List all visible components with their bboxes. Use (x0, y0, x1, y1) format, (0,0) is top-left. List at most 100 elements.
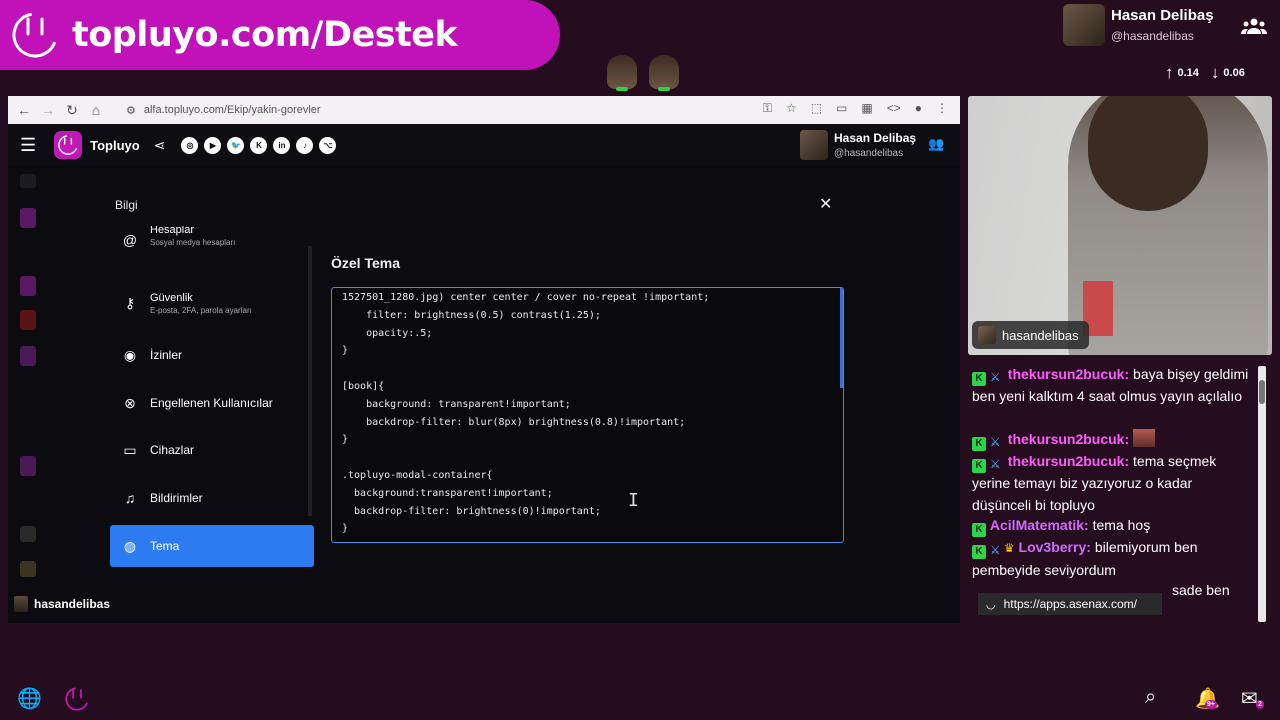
app-header: ☰ Topluyo ⋖ ◎ ▶ 🐦 K in ♪ ⌥ Hasan Delibaş… (8, 124, 960, 166)
chat-username[interactable]: Lov3berry (1019, 539, 1087, 555)
site-info-icon[interactable]: ⚙ (126, 104, 136, 117)
browser-actions: ⚿ ☆ ⬚ ▭ ▦ <> ● ⋮ (763, 101, 948, 116)
divider (308, 246, 312, 516)
streamer-profile: Hasan Delibaş @hasandelibas (1063, 4, 1278, 48)
sidebar-item-security[interactable]: ⚷ Güvenlik E-posta, 2FA, parola ayarları (110, 282, 314, 324)
kick-badge-icon: K (972, 523, 986, 537)
avatar (14, 596, 28, 612)
app-user-handle: @hasandelibas (834, 148, 904, 159)
chat-username[interactable]: thekursun2bucuk (1008, 366, 1125, 382)
bottom-user[interactable]: hasandelibas (14, 596, 110, 612)
bg-icon (20, 561, 36, 577)
chat-scrollbar[interactable] (1258, 366, 1266, 622)
sidebar-item-theme[interactable]: ◍ Tema (110, 525, 314, 567)
devices-icon: ▭ (123, 441, 137, 458)
topluyo-logo-icon[interactable] (64, 686, 90, 712)
sidebar-item-permissions[interactable]: ◉ İzinler (110, 334, 314, 376)
mail-badge: 2 (1256, 700, 1264, 709)
emote-icon (1133, 429, 1156, 447)
sword-badge-icon: ⚔ (989, 457, 1001, 471)
apps-icon[interactable]: ▦ (861, 101, 872, 116)
avatar (978, 326, 996, 344)
group-icon (1241, 18, 1267, 34)
chat-panel: K ⚔ thekursun2bucuk: baya bişey geldimi … (968, 362, 1272, 624)
devtools-icon[interactable]: <> (887, 101, 901, 116)
palette-icon: ◍ (123, 537, 137, 554)
chat-text: sade ben (1172, 582, 1230, 598)
chat-username[interactable]: AcilMatematik (990, 517, 1084, 533)
key-icon[interactable]: ⚿ (763, 101, 772, 116)
group-icon[interactable]: 👥 (928, 136, 944, 152)
webcam-name: hasandelibas (1002, 327, 1079, 343)
at-icon: @ (122, 232, 138, 248)
twitter-icon[interactable]: 🐦 (227, 136, 245, 154)
back-icon[interactable]: ← (12, 102, 36, 118)
close-icon[interactable]: ✕ (819, 194, 832, 214)
blocked-icon: ⊗ (124, 394, 136, 411)
kick-icon[interactable]: K (250, 136, 268, 154)
linkedin-icon[interactable]: in (273, 136, 291, 154)
notification-badge: 9+ (1205, 700, 1217, 709)
sidebar-item-devices[interactable]: ▭ Cihazlar (110, 429, 314, 471)
sword-badge-icon: ⚔ (989, 370, 1001, 384)
modal-title: Bilgi (115, 198, 138, 212)
taskbar: 🌐 ⌕ 🔔 9+ ✉ 2 (0, 680, 1280, 720)
sidebar-item-label: Tema (150, 539, 180, 553)
star-icon[interactable]: ☆ (786, 101, 797, 116)
extensions-icon[interactable]: ⬚ (811, 101, 822, 116)
github-icon[interactable]: ⌥ (319, 136, 337, 154)
sidebar-item-sub: Sosyal medya hesapları (150, 238, 236, 247)
link-preview[interactable]: ◡ https://apps.asenax.com/ (978, 593, 1162, 615)
avatar (607, 55, 637, 91)
network-rates: ↑ 0.14 ↓ 0.06 (1165, 62, 1280, 84)
reload-icon[interactable]: ↻ (60, 102, 84, 119)
kick-badge-icon: K (972, 459, 986, 473)
globe-icon[interactable]: 🌐 (17, 686, 42, 711)
sidebar-item-sub: E-posta, 2FA, parola ayarları (150, 305, 252, 315)
chat-message: K ⚔ thekursun2bucuk: baya bişey geldimi … (972, 366, 1249, 404)
app-user[interactable]: Hasan Delibaş @hasandelibas 👥 (800, 128, 950, 162)
search-icon[interactable]: ⌕ (1145, 686, 1156, 709)
bg-icon (20, 276, 36, 296)
profile-icon[interactable]: ● (915, 101, 922, 116)
app-logo[interactable] (54, 131, 83, 159)
chat-username[interactable]: thekursun2bucuk (1008, 431, 1125, 447)
code-text: 1527501_1280.jpg) center center / cover … (342, 292, 710, 535)
crown-badge-icon: ♛ (1003, 541, 1015, 555)
link-preview-url: https://apps.asenax.com/ (1003, 597, 1138, 611)
arrow-down-icon: ↓ (1210, 63, 1220, 82)
arrow-up-icon: ↑ (1165, 63, 1174, 82)
sidebar-item-label: Hesaplar (150, 226, 195, 236)
sidebar-item-accounts[interactable]: @ Hesaplar Sosyal medya hesapları (110, 226, 314, 252)
kick-badge-icon: K (972, 437, 986, 451)
sidebar-item-label: Engellenen Kullanıcılar (150, 396, 273, 410)
sidebar-item-notifications[interactable]: ♫ Bildirimler (110, 477, 314, 519)
upload-rate: 0.14 (1177, 67, 1199, 79)
avatar (1063, 4, 1105, 46)
tiktok-icon[interactable]: ♪ (296, 136, 314, 154)
app-brand: Topluyo (90, 137, 140, 153)
youtube-icon[interactable]: ▶ (204, 136, 222, 154)
topluyo-logo-icon (12, 12, 58, 58)
home-icon[interactable]: ⌂ (84, 102, 108, 118)
chat-message: K ⚔ thekursun2bucuk: tema seçmek yerine … (972, 453, 1217, 513)
mail-icon[interactable]: ✉ (1241, 686, 1258, 711)
forward-icon[interactable]: → (36, 102, 60, 118)
share-icon[interactable]: ⋖ (154, 137, 166, 154)
menu-icon[interactable]: ☰ (20, 135, 36, 156)
streamer-name: Hasan Delibaş (1111, 7, 1214, 24)
sidebar-item-label: İzinler (150, 348, 183, 362)
custom-theme-editor[interactable]: 1527501_1280.jpg) center center / cover … (331, 287, 844, 543)
sword-badge-icon: ⚔ (989, 543, 1001, 557)
section-title: Özel Tema (331, 255, 400, 271)
sidebar-item-blocked-users[interactable]: ⊗ Engellenen Kullanıcılar (110, 382, 314, 424)
chat-username[interactable]: thekursun2bucuk (1008, 453, 1125, 469)
chat-message: K ⚔ ♛ Lov3berry: bilemiyorum ben pembeyid… (972, 539, 1198, 578)
more-menu-icon[interactable]: ⋮ (936, 101, 948, 116)
scrollbar[interactable] (840, 288, 843, 388)
address-bar[interactable]: ⚙ alfa.topluyo.com/Ekip/yakin-gorevler (126, 99, 726, 121)
viewer-avatars (603, 53, 683, 91)
sidebar-icon[interactable]: ▭ (836, 101, 847, 116)
eye-icon: ◉ (123, 346, 137, 363)
instagram-icon[interactable]: ◎ (181, 136, 199, 154)
